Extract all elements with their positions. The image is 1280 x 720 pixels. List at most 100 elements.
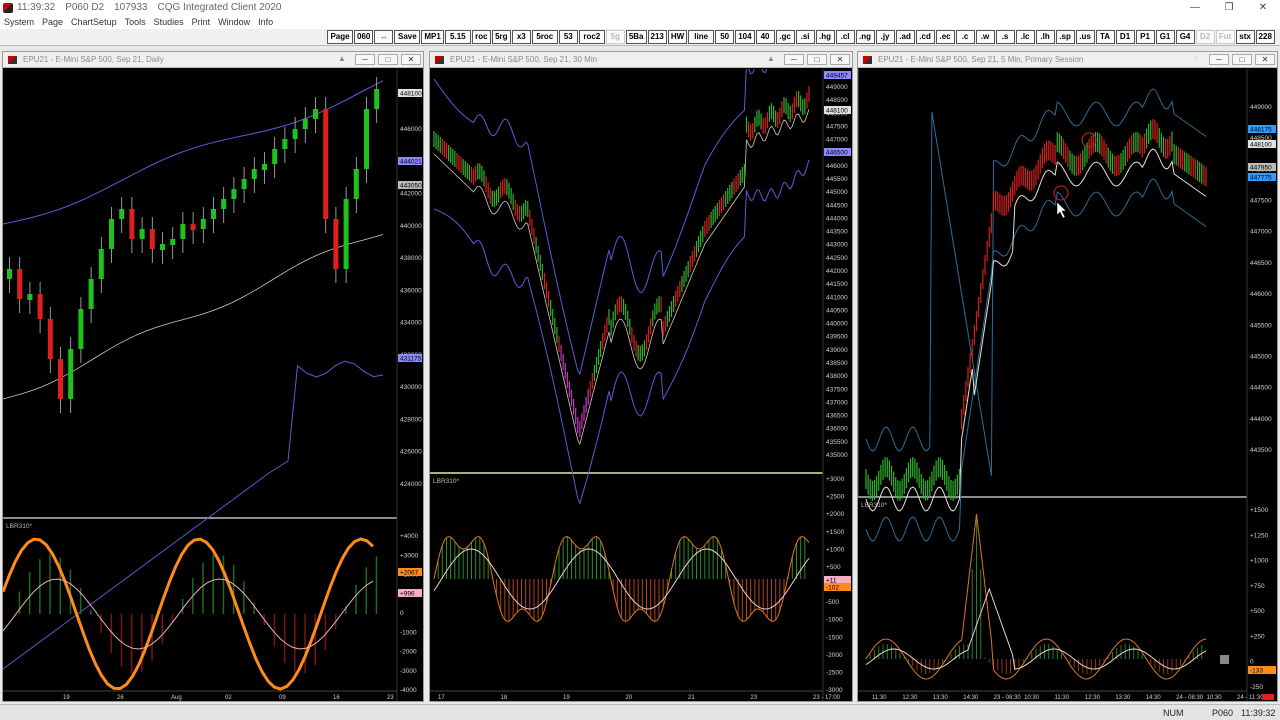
toolbar-button-P1[interactable]: P1 [1135,30,1155,44]
restore-icon[interactable]: ❐ [1212,0,1246,15]
toolbar-button-ng[interactable]: .ng [855,30,875,44]
toolbar-button-line[interactable]: line [688,30,715,44]
price-axis-label: 443500 [1250,447,1272,454]
menu-system[interactable]: System [0,17,38,27]
chart-window-5min[interactable]: EPU21 - E-Mini S&P 500, Sep 21, 5 Min, P… [857,51,1278,702]
chart-window-title-bar[interactable]: EPU21 - E-Mini S&P 500, Sep 21, Daily ▲ … [3,52,423,68]
toolbar-button-Page[interactable]: Page [327,30,353,44]
toolbar-button-lc[interactable]: .lc [1015,30,1035,44]
chart-maximize-icon[interactable]: □ [1232,54,1252,65]
30min-chart-canvas[interactable]: 4490004485004480004475004470004465004460… [430,69,852,702]
toolbar-buttons: Page 060 ↔ Save MP1 5.15 roc 5rg x3 5roc 53 roc2 5g 5… [327,30,1275,44]
toolbar-button-jy[interactable]: .jy [875,30,895,44]
menu-tools[interactable]: Tools [121,17,150,27]
minimize-icon[interactable]: — [1178,0,1212,15]
date-axis-label: 16 [333,695,340,701]
oscillator-axis-label: 0 [1250,659,1254,666]
chart-close-icon[interactable]: ✕ [1255,54,1275,65]
toolbar-button-104[interactable]: 104 [735,30,755,44]
price-axis-label: 441000 [826,294,848,301]
toolbar-button-x3[interactable]: x3 [511,30,531,44]
chart-window-30min[interactable]: EPU21 - E-Mini S&P 500, Sep 21, 30 Min ▲… [429,51,853,702]
daily-chart-canvas[interactable]: 4460004440004420004400004380004360004340… [3,69,423,702]
toolbar-button-Save[interactable]: Save [394,30,421,44]
menu-chartsetup[interactable]: ChartSetup [67,17,121,27]
chart-window-title-bar[interactable]: EPU21 - E-Mini S&P 500, Sep 21, 5 Min, P… [858,52,1277,68]
chart-minimize-icon[interactable]: ─ [784,54,804,65]
toolbar-button-5Ba[interactable]: 5Ba [625,30,647,44]
toolbar-button-D2[interactable]: D2 [1195,30,1215,44]
toolbar-button-s[interactable]: .s [995,30,1015,44]
candle-body [129,209,135,239]
toolbar-button-213[interactable]: 213 [647,30,667,44]
toolbar-button-515[interactable]: 5.15 [444,30,471,44]
toolbar-button-TA[interactable]: TA [1095,30,1115,44]
toolbar-button-cl[interactable]: .cl [835,30,855,44]
chart-close-icon[interactable]: ✕ [830,54,850,65]
chart-minimize-icon[interactable]: ─ [355,54,375,65]
toolbar-button-50[interactable]: 50 [715,30,735,44]
5min-chart-canvas[interactable]: 4490004485004480004475004470004465004460… [858,69,1277,702]
toolbar-button-ec[interactable]: .ec [935,30,955,44]
toolbar-button-roc[interactable]: roc [471,30,491,44]
toolbar-button-hg[interactable]: .hg [815,30,835,44]
close-icon[interactable]: ✕ [1246,0,1280,15]
toolbar-button-gc[interactable]: .gc [775,30,795,44]
price-axis-label: 447000 [1250,229,1272,236]
toolbar: Page 060 ↔ Save MP1 5.15 roc 5rg x3 5roc 53 roc2 5g 5… [0,29,1280,46]
toolbar-button-MP1[interactable]: MP1 [421,30,444,44]
toolbar-button-lh[interactable]: .lh [1035,30,1055,44]
toolbar-button-53[interactable]: 53 [558,30,578,44]
toolbar-button-G4[interactable]: G4 [1175,30,1195,44]
toolbar-button-5g[interactable]: 5g [605,30,625,44]
date-axis-label: 09 [279,695,286,701]
menu-print[interactable]: Print [188,17,215,27]
menu-page[interactable]: Page [38,17,67,27]
chart-maximize-icon[interactable]: □ [807,54,827,65]
toolbar-button-stx[interactable]: stx [1235,30,1255,44]
toolbar-button-D1[interactable]: D1 [1115,30,1135,44]
candle-body [262,164,267,170]
oscillator-axis-label: +2000 [826,511,845,518]
candle-body [7,269,12,279]
toolbar-button-G1[interactable]: G1 [1155,30,1175,44]
toolbar-button-w[interactable]: .w [975,30,995,44]
menu-studies[interactable]: Studies [150,17,188,27]
toolbar-button-[interactable]: ↔ [374,30,394,44]
oscillator-axis-label: 0 [400,610,404,617]
alert-icon[interactable]: ▲ [332,54,352,65]
candle-body [47,319,53,359]
price-axis-label: 435500 [826,439,848,446]
toolbar-button-ad[interactable]: .ad [895,30,915,44]
menu-window[interactable]: Window [214,17,254,27]
toolbar-button-40[interactable]: 40 [755,30,775,44]
chart-minimize-icon[interactable]: ─ [1209,54,1229,65]
link-icon[interactable]: ◌ [1186,54,1206,65]
toolbar-button-us[interactable]: .us [1075,30,1095,44]
toolbar-button-228[interactable]: 228 [1255,30,1275,44]
price-tag-label: 448100 [400,91,422,98]
date-axis-label: 23 [387,695,394,701]
chart-window-daily[interactable]: EPU21 - E-Mini S&P 500, Sep 21, Daily ▲ … [2,51,424,702]
toolbar-button-sp[interactable]: .sp [1055,30,1075,44]
toolbar-button-060[interactable]: 060 [354,30,374,44]
toolbar-button-c[interactable]: .c [955,30,975,44]
menu-info[interactable]: Info [254,17,277,27]
toolbar-button-5roc[interactable]: 5roc [531,30,558,44]
oscillator-axis-label: -2000 [826,652,843,659]
chart-close-icon[interactable]: ✕ [401,54,421,65]
price-axis-label: 442000 [826,268,848,275]
toolbar-button-HW[interactable]: HW [667,30,688,44]
chart-window-icon [863,56,872,64]
toolbar-button-si[interactable]: .si [795,30,815,44]
toolbar-button-5rg[interactable]: 5rg [491,30,511,44]
chart-maximize-icon[interactable]: □ [378,54,398,65]
toolbar-button-cd[interactable]: .cd [915,30,935,44]
date-axis-label: Aug [171,695,182,701]
price-axis-label: 446000 [1250,291,1272,298]
candle-body [17,269,23,299]
chart-window-title-bar[interactable]: EPU21 - E-Mini S&P 500, Sep 21, 30 Min ▲… [430,52,852,68]
toolbar-button-Fut[interactable]: Fut [1215,30,1235,44]
toolbar-button-roc2[interactable]: roc2 [578,30,605,44]
alert-icon[interactable]: ▲ [761,54,781,65]
